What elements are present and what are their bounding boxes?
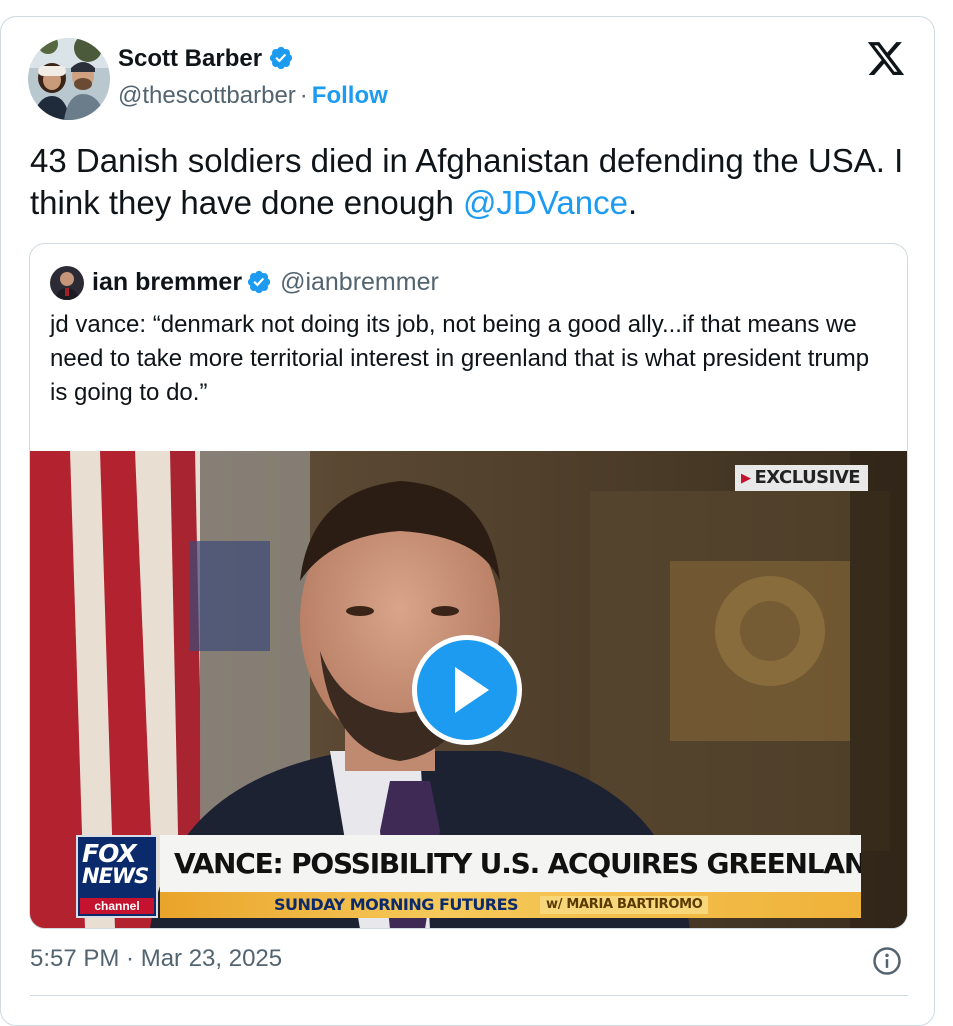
author-name[interactable]: Scott Barber [118, 45, 294, 73]
author-handle[interactable]: @thescottbarber [118, 82, 296, 109]
tweet-text: 43 Danish soldiers died in Afghanistan d… [30, 142, 904, 221]
tweet-timestamp[interactable]: 5:57 PM · Mar 23, 2025 [30, 945, 282, 973]
info-icon[interactable] [872, 946, 902, 976]
quoted-tweet-text: jd vance: “denmark not doing its job, no… [50, 311, 870, 406]
x-logo-icon[interactable] [866, 40, 906, 78]
host-name: w/ MARIA BARTIROMO [540, 896, 709, 914]
play-icon [455, 667, 489, 713]
exclusive-badge: ▶ EXCLUSIVE [735, 465, 869, 491]
author-handle-row: @thescottbarber · Follow [118, 82, 388, 110]
fox-news-logo: FOX NEWS channel [76, 835, 158, 918]
mention-link[interactable]: @JDVance [463, 184, 628, 221]
separator-dot: · [299, 82, 308, 109]
quoted-header: ian bremmer @ianbremmer [92, 268, 439, 297]
follow-button[interactable]: Follow [312, 82, 388, 109]
chyron-subline: SUNDAY MORNING FUTURES w/ MARIA BARTIROM… [160, 892, 861, 918]
divider [30, 995, 908, 996]
quoted-author-name: ian bremmer [92, 268, 243, 296]
quoted-tweet[interactable]: ian bremmer @ianbremmer jd vance: “denmar… [29, 243, 908, 929]
quoted-author-handle: @ianbremmer [280, 268, 439, 296]
chyron-headline: VANCE: POSSIBILITY U.S. ACQUIRES GREENLA… [160, 835, 861, 892]
quoted-author-avatar [50, 266, 84, 300]
play-button[interactable] [412, 635, 522, 745]
verified-badge-icon [268, 45, 294, 71]
author-avatar[interactable] [28, 38, 110, 120]
verified-badge-icon [246, 269, 272, 295]
news-chyron: FOX NEWS channel VANCE: POSSIBILITY U.S.… [76, 835, 861, 918]
show-name: SUNDAY MORNING FUTURES [274, 895, 519, 914]
video-player[interactable]: ▶ EXCLUSIVE FOX NEWS channel VANCE: POSSI… [30, 451, 907, 928]
